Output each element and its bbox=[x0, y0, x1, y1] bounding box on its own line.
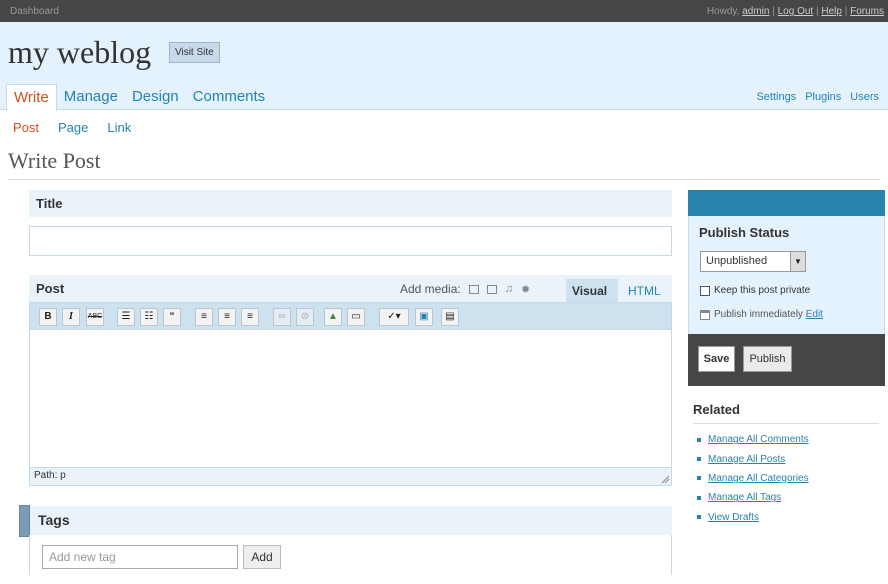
related-list: Manage All Comments Manage All Posts Man… bbox=[697, 430, 809, 527]
calendar-icon bbox=[700, 310, 710, 320]
bullet-icon bbox=[697, 515, 701, 520]
italic-button[interactable]: I bbox=[62, 308, 80, 326]
forums-link[interactable]: Forums bbox=[850, 6, 884, 17]
add-image-icon[interactable] bbox=[468, 284, 479, 294]
submenu-page[interactable]: Page bbox=[58, 120, 88, 135]
add-media-label: Add media: bbox=[400, 282, 461, 296]
align-center-icon[interactable]: ≡ bbox=[218, 308, 236, 326]
unlink-icon[interactable]: ⊘ bbox=[296, 308, 314, 326]
add-media: Add media: ♫ ✹ bbox=[400, 282, 530, 296]
insert-more-icon[interactable]: ▭ bbox=[347, 308, 365, 326]
related-link-tags[interactable]: Manage All Tags bbox=[708, 492, 781, 503]
spellcheck-icon[interactable]: ✓▾ bbox=[379, 308, 409, 326]
tags-box-heading[interactable]: Tags bbox=[30, 506, 672, 535]
save-button[interactable]: Save bbox=[698, 346, 735, 372]
username-link[interactable]: admin bbox=[742, 6, 769, 17]
list-item: Manage All Posts bbox=[697, 449, 809, 468]
tags-box-border bbox=[671, 535, 672, 575]
bullet-icon bbox=[697, 437, 701, 442]
related-link-comments[interactable]: Manage All Comments bbox=[708, 434, 809, 445]
publish-status-heading: Publish Status bbox=[699, 225, 790, 240]
admin-bar: Dashboard Howdy, admin | Log Out | Help … bbox=[0, 0, 888, 22]
align-left-icon[interactable]: ≡ bbox=[195, 308, 213, 326]
header: my weblog Visit Site Write Manage Design… bbox=[0, 22, 888, 111]
add-video-icon[interactable] bbox=[486, 284, 497, 294]
add-audio-icon[interactable]: ♫ bbox=[505, 283, 513, 295]
menu-manage[interactable]: Manage bbox=[57, 84, 125, 110]
strikethrough-button[interactable]: ABC bbox=[86, 308, 104, 326]
related-link-categories[interactable]: Manage All Categories bbox=[708, 473, 809, 484]
howdy-text: Howdy, bbox=[706, 6, 740, 17]
page-title: Write Post bbox=[8, 148, 101, 173]
visit-site-button[interactable]: Visit Site bbox=[169, 42, 220, 63]
bullet-icon bbox=[697, 457, 701, 462]
related-link-drafts[interactable]: View Drafts bbox=[708, 512, 759, 523]
unordered-list-icon[interactable]: ☰ bbox=[117, 308, 135, 326]
post-content-editor[interactable] bbox=[29, 330, 672, 467]
publish-button[interactable]: Publish bbox=[743, 346, 792, 372]
blog-name: my weblog bbox=[8, 34, 152, 70]
publish-timestamp: Publish immediately Edit bbox=[714, 309, 823, 320]
submenu: Post Page Link bbox=[13, 120, 131, 135]
add-media-icon[interactable]: ✹ bbox=[521, 283, 530, 296]
new-tag-input[interactable]: Add new tag bbox=[42, 545, 238, 569]
list-item: Manage All Tags bbox=[697, 488, 809, 507]
tab-visual[interactable]: Visual bbox=[566, 279, 618, 303]
logout-link[interactable]: Log Out bbox=[778, 6, 814, 17]
post-title-input[interactable] bbox=[29, 226, 672, 256]
edit-timestamp-link[interactable]: Edit bbox=[806, 309, 823, 320]
bullet-icon bbox=[697, 476, 701, 481]
bold-button[interactable]: B bbox=[39, 308, 57, 326]
fullscreen-icon[interactable]: ▣ bbox=[415, 308, 433, 326]
keep-private-label: Keep this post private bbox=[714, 285, 811, 296]
menu-settings[interactable]: Settings bbox=[756, 91, 796, 103]
dashboard-link[interactable]: Dashboard bbox=[10, 6, 59, 17]
tab-html[interactable]: HTML bbox=[622, 279, 672, 303]
help-link[interactable]: Help bbox=[821, 6, 842, 17]
menu-write[interactable]: Write bbox=[6, 84, 57, 111]
menu-design[interactable]: Design bbox=[125, 84, 186, 110]
link-icon[interactable]: ∞ bbox=[273, 308, 291, 326]
list-item: Manage All Categories bbox=[697, 469, 809, 488]
publish-when-text: Publish immediately bbox=[714, 309, 803, 320]
bullet-icon bbox=[697, 495, 701, 500]
blockquote-button[interactable]: “ bbox=[163, 308, 181, 326]
ordered-list-icon[interactable]: ☷ bbox=[140, 308, 158, 326]
list-item: Manage All Comments bbox=[697, 430, 809, 449]
tags-box-border bbox=[29, 535, 30, 575]
tags-toggle-handle[interactable] bbox=[19, 505, 30, 537]
title-box-heading: Title bbox=[29, 190, 672, 217]
user-links: Howdy, admin | Log Out | Help | Forums bbox=[706, 6, 884, 17]
kitchen-sink-icon[interactable]: ▤ bbox=[441, 308, 459, 326]
editor-path: Path: p bbox=[29, 467, 672, 486]
menu-comments[interactable]: Comments bbox=[186, 84, 273, 110]
keep-private-checkbox[interactable] bbox=[700, 286, 710, 296]
resize-handle-icon[interactable] bbox=[660, 474, 670, 484]
align-right-icon[interactable]: ≡ bbox=[241, 308, 259, 326]
related-divider bbox=[693, 423, 879, 424]
insert-image-icon[interactable]: ▲ bbox=[324, 308, 342, 326]
editor-toolbar: B I ABC ☰ ☷ “ ≡ ≡ ≡ ∞ ⊘ ▲ ▭ ✓▾ ▣ ▤ bbox=[29, 302, 672, 330]
main-menu: Write Manage Design Comments bbox=[6, 84, 273, 111]
title-divider bbox=[8, 179, 880, 180]
secondary-menu: Settings Plugins Users bbox=[756, 91, 879, 103]
menu-users[interactable]: Users bbox=[850, 91, 879, 103]
add-tag-button[interactable]: Add bbox=[243, 545, 281, 569]
dropdown-arrow-icon[interactable]: ▼ bbox=[790, 252, 805, 271]
publish-box-header bbox=[688, 190, 885, 216]
list-item: View Drafts bbox=[697, 508, 809, 527]
submenu-link[interactable]: Link bbox=[107, 120, 131, 135]
related-link-posts[interactable]: Manage All Posts bbox=[708, 454, 785, 465]
submenu-post[interactable]: Post bbox=[13, 120, 39, 135]
menu-plugins[interactable]: Plugins bbox=[805, 91, 841, 103]
related-heading: Related bbox=[693, 402, 740, 417]
